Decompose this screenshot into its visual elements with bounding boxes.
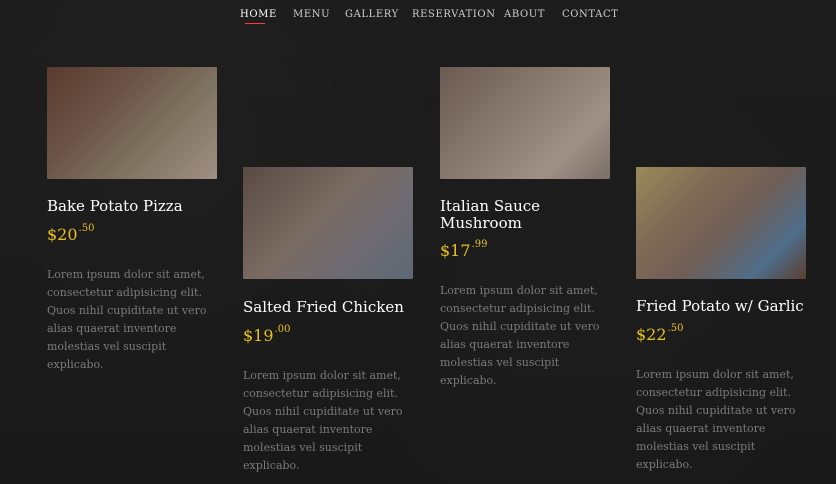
nav-item-home[interactable]: HOME — [240, 9, 277, 24]
nav-item-about[interactable]: ABOUT — [504, 9, 545, 20]
nav-item-label: RESERVATION — [412, 9, 496, 20]
price-cents: .50 — [667, 322, 684, 334]
nav-item-reservation[interactable]: RESERVATION — [412, 9, 496, 20]
menu-item-image[interactable] — [47, 67, 217, 179]
top-navigation: HOME MENU GALLERY RESERVATION ABOUT CONT… — [0, 0, 836, 30]
nav-item-label: GALLERY — [345, 9, 399, 20]
nav-item-contact[interactable]: CONTACT — [562, 9, 618, 20]
menu-item-image[interactable] — [440, 67, 610, 179]
price-main: $22 — [636, 324, 667, 344]
menu-item-price: $17 .99 — [440, 239, 610, 260]
nav-item-menu[interactable]: MENU — [293, 9, 330, 20]
price-main: $17 — [440, 241, 471, 260]
nav-item-label: ABOUT — [504, 9, 546, 20]
menu-item-title[interactable]: Italian Sauce Mushroom — [440, 198, 610, 231]
menu-item-description: Lorem ipsum dolor sit amet, consectetur … — [440, 284, 600, 387]
menu-item-card: Salted Fried Chicken $19 .00 Lorem ipsum… — [243, 167, 413, 475]
nav-item-label: HOME — [240, 9, 277, 20]
price-cents: .50 — [78, 222, 95, 234]
menu-item-card: Fried Potato w/ Garlic $22 .50 Lorem ips… — [636, 167, 806, 474]
menu-item-image[interactable] — [636, 167, 806, 279]
menu-item-price: $22 .50 — [636, 322, 806, 344]
price-cents: .99 — [471, 239, 488, 250]
price-main: $20 — [47, 224, 78, 244]
menu-item-card: Bake Potato Pizza $20 .50 Lorem ipsum do… — [47, 67, 217, 374]
menu-item-price: $19 .00 — [243, 323, 413, 345]
nav-active-underline — [245, 23, 265, 24]
menu-item-description: Lorem ipsum dolor sit amet, consectetur … — [47, 267, 207, 371]
menu-item-image[interactable] — [243, 167, 413, 279]
price-cents: .00 — [274, 323, 291, 335]
menu-item-description: Lorem ipsum dolor sit amet, consectetur … — [243, 368, 403, 472]
nav-item-gallery[interactable]: GALLERY — [345, 9, 399, 20]
menu-item-card: Italian Sauce Mushroom $17 .99 Lorem ips… — [440, 67, 610, 390]
menu-item-description: Lorem ipsum dolor sit amet, consectetur … — [636, 367, 796, 471]
menu-item-title[interactable]: Fried Potato w/ Garlic — [636, 298, 806, 315]
menu-item-title[interactable]: Salted Fried Chicken — [243, 299, 413, 316]
menu-item-price: $20 .50 — [47, 222, 217, 244]
nav-item-label: MENU — [293, 9, 331, 20]
price-main: $19 — [243, 325, 274, 345]
menu-item-title[interactable]: Bake Potato Pizza — [47, 198, 217, 215]
nav-item-label: CONTACT — [562, 9, 619, 20]
